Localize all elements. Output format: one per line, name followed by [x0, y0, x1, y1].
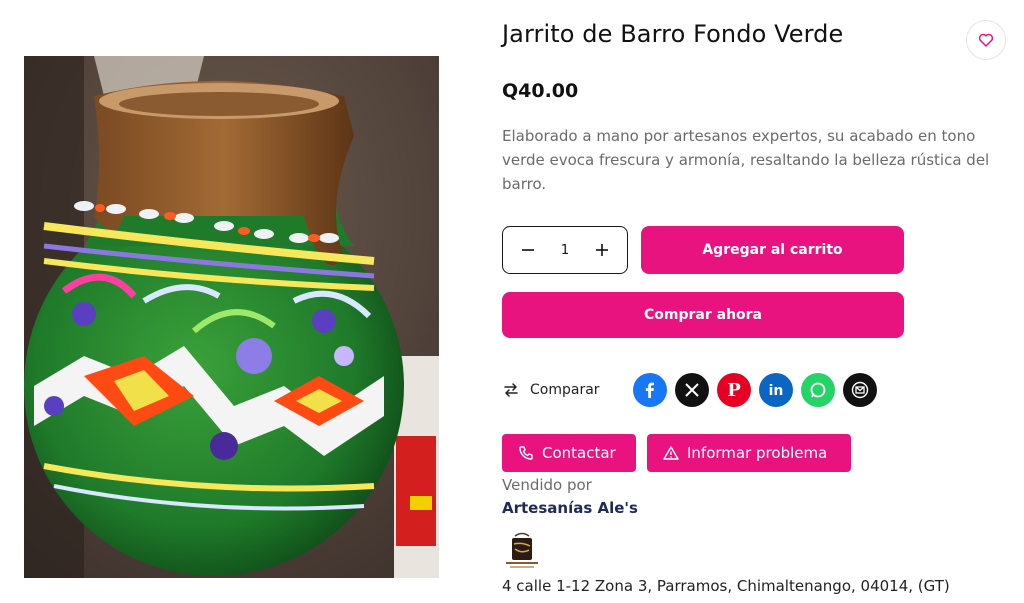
share-pinterest-button[interactable]: P: [717, 373, 751, 407]
product-description: Elaborado a mano por artesanos expertos,…: [502, 127, 990, 193]
share-linkedin-button[interactable]: in: [759, 373, 793, 407]
decrease-quantity-button[interactable]: [517, 239, 539, 261]
report-problem-button[interactable]: Informar problema: [647, 434, 851, 472]
pinterest-icon: P: [727, 380, 741, 400]
quantity-value[interactable]: 1: [561, 243, 569, 258]
product-title: Jarrito de Barro Fondo Verde: [502, 20, 844, 48]
compare-button[interactable]: Comparar: [502, 378, 600, 402]
quantity-stepper: 1: [502, 226, 628, 274]
product-image[interactable]: [24, 56, 439, 578]
seller-address: 4 calle 1-12 Zona 3, Parramos, Chimalten…: [502, 577, 950, 595]
seller-name-link[interactable]: Artesanías Ale's: [502, 499, 638, 517]
svg-text:P: P: [727, 380, 741, 400]
share-email-button[interactable]: [843, 373, 877, 407]
share-x-button[interactable]: [675, 373, 709, 407]
sold-by-label: Vendido por: [502, 476, 592, 494]
buy-now-button[interactable]: Comprar ahora: [502, 292, 904, 338]
wishlist-button[interactable]: [966, 20, 1006, 60]
linkedin-icon: in: [769, 383, 784, 399]
seller-logo[interactable]: [502, 530, 542, 570]
whatsapp-icon: [810, 382, 826, 398]
plus-icon: [596, 244, 608, 256]
minus-icon: [522, 249, 534, 251]
contact-label: Contactar: [542, 444, 616, 462]
contact-seller-button[interactable]: Contactar: [502, 434, 636, 472]
share-buttons: P in: [633, 373, 877, 407]
warning-icon: [663, 446, 679, 460]
share-facebook-button[interactable]: [633, 373, 667, 407]
email-icon: [851, 381, 869, 399]
compare-arrows-icon: [504, 383, 518, 397]
facebook-icon: [645, 382, 654, 398]
share-whatsapp-button[interactable]: [801, 373, 835, 407]
svg-text:in: in: [769, 383, 784, 399]
product-price: Q40.00: [502, 80, 579, 102]
x-icon: [685, 383, 699, 397]
compare-label: Comparar: [530, 382, 600, 398]
phone-icon: [519, 446, 533, 460]
add-to-cart-button[interactable]: Agregar al carrito: [641, 226, 904, 274]
increase-quantity-button[interactable]: [591, 239, 613, 261]
heart-icon: [978, 33, 994, 47]
report-label: Informar problema: [687, 444, 828, 462]
